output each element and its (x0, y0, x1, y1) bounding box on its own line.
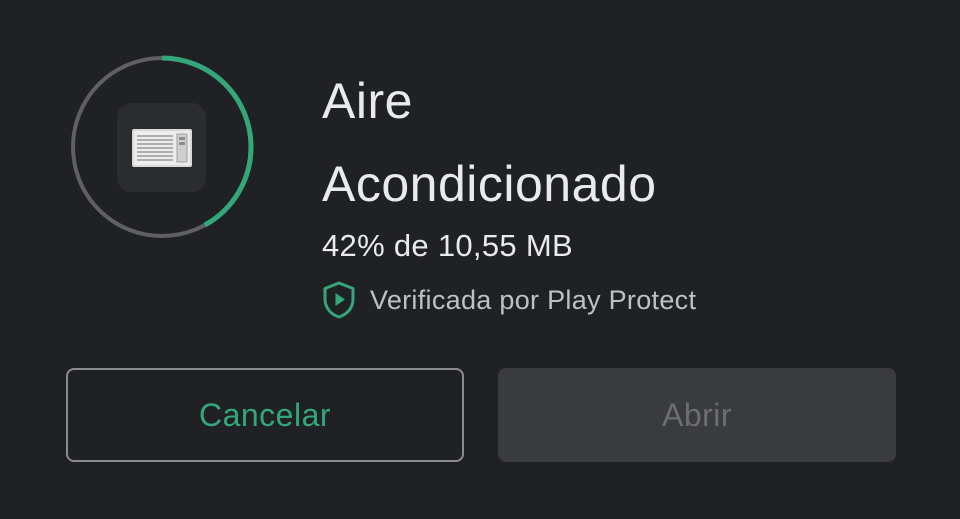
download-status: 42% de 10,55 MB (322, 228, 573, 263)
app-title: Aire Acondicionado (322, 60, 922, 226)
air-conditioner-icon (131, 128, 192, 167)
play-protect-shield-icon (323, 281, 355, 319)
open-button[interactable]: Abrir (498, 368, 896, 462)
app-icon (117, 103, 206, 192)
app-title-line-2: Acondicionado (322, 156, 657, 212)
cancel-button[interactable]: Cancelar (66, 368, 464, 462)
play-protect-verification: Verificada por Play Protect (322, 278, 696, 322)
app-install-screen: Aire Acondicionado 42% de 10,55 MB Verif… (0, 0, 960, 519)
verification-text: Verificada por Play Protect (370, 284, 697, 315)
app-title-line-1: Aire (322, 73, 413, 129)
